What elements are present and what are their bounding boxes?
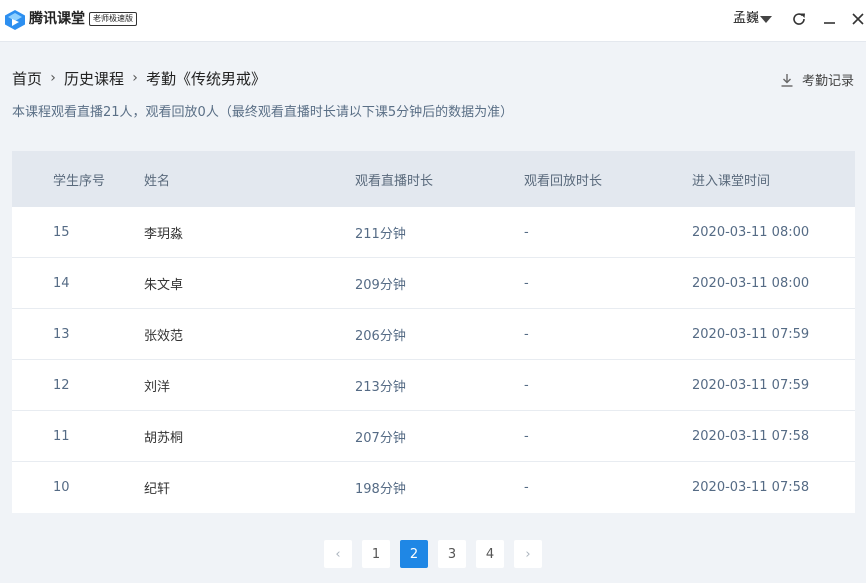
chevron-right-icon: ›: [50, 70, 56, 86]
cell-student-number: 14: [53, 275, 70, 291]
cell-replay-duration: -: [524, 428, 529, 444]
page-button-4[interactable]: 4: [476, 540, 504, 568]
table-header: 学生序号 姓名 观看直播时长 观看回放时长 进入课堂时间: [12, 151, 855, 207]
page-button-3[interactable]: 3: [438, 540, 466, 568]
title-bar: 腾讯课堂 老师极速版 孟巍: [0, 0, 866, 42]
cell-student-number: 10: [53, 480, 70, 495]
minimize-icon[interactable]: [821, 10, 839, 28]
attendance-table: 学生序号 姓名 观看直播时长 观看回放时长 进入课堂时间 15 李玥淼 211分…: [12, 151, 855, 513]
cell-name: 张效范: [144, 328, 184, 344]
page-button-1[interactable]: 1: [362, 540, 390, 568]
column-header-live-duration: 观看直播时长: [355, 173, 434, 189]
cell-live-duration: 213分钟: [355, 379, 406, 395]
chevron-right-icon: ›: [132, 70, 138, 86]
pagination: ‹ 1 2 3 4 ›: [324, 540, 542, 568]
cell-join-time: 2020-03-11 08:00: [692, 224, 810, 240]
cell-live-duration: 206分钟: [355, 328, 406, 344]
attendance-record-button[interactable]: 考勤记录: [780, 70, 854, 89]
cell-name: 刘洋: [144, 379, 171, 395]
column-header-join-time: 进入课堂时间: [692, 173, 771, 189]
breadcrumb-history-courses[interactable]: 历史课程: [64, 68, 124, 89]
breadcrumb-home[interactable]: 首页: [12, 68, 42, 89]
page-button-2[interactable]: 2: [400, 540, 428, 568]
download-icon: [781, 73, 793, 87]
cell-replay-duration: -: [524, 275, 529, 291]
column-header-student-number: 学生序号: [53, 173, 106, 189]
cell-join-time: 2020-03-11 07:58: [692, 480, 810, 495]
table-row: 13 张效范 206分钟 - 2020-03-11 07:59: [12, 309, 855, 360]
prev-page-button[interactable]: ‹: [324, 540, 352, 568]
next-page-button[interactable]: ›: [514, 540, 542, 568]
cell-live-duration: 211分钟: [355, 226, 406, 242]
cell-student-number: 13: [53, 326, 70, 342]
cell-name: 纪轩: [144, 482, 171, 497]
table-row: 11 胡苏桐 207分钟 - 2020-03-11 07:58: [12, 411, 855, 462]
column-header-replay-duration: 观看回放时长: [524, 173, 603, 189]
cell-join-time: 2020-03-11 07:58: [692, 428, 810, 444]
cell-replay-duration: -: [524, 480, 529, 495]
cell-student-number: 15: [53, 224, 70, 240]
cell-live-duration: 209分钟: [355, 277, 406, 293]
refresh-icon[interactable]: [790, 10, 808, 28]
cell-name: 朱文卓: [144, 277, 184, 293]
table-row: 14 朱文卓 209分钟 - 2020-03-11 08:00: [12, 258, 855, 309]
edition-badge: 老师极速版: [89, 12, 137, 26]
table-row: 12 刘洋 213分钟 - 2020-03-11 07:59: [12, 360, 855, 411]
app-name: 腾讯课堂: [29, 11, 85, 27]
cell-live-duration: 207分钟: [355, 430, 406, 446]
cell-live-duration: 198分钟: [355, 482, 406, 497]
user-name[interactable]: 孟巍: [733, 11, 759, 27]
cell-student-number: 12: [53, 377, 70, 393]
cell-replay-duration: -: [524, 326, 529, 342]
breadcrumb-current: 考勤《传统男戒》: [146, 69, 267, 88]
table-row: 10 纪轩 198分钟 - 2020-03-11 07:58: [12, 462, 855, 513]
cell-replay-duration: -: [524, 377, 529, 393]
cell-replay-duration: -: [524, 224, 529, 240]
column-header-name: 姓名: [144, 173, 171, 189]
table-row: 15 李玥淼 211分钟 - 2020-03-11 08:00: [12, 207, 855, 258]
cell-student-number: 11: [53, 428, 70, 444]
cell-join-time: 2020-03-11 07:59: [692, 326, 810, 342]
cell-join-time: 2020-03-11 08:00: [692, 275, 810, 291]
caret-down-icon[interactable]: [760, 16, 772, 23]
cell-join-time: 2020-03-11 07:59: [692, 377, 810, 393]
attendance-notice: 本课程观看直播21人，观看回放0人（最终观看直播时长请以下课5分钟后的数据为准）: [12, 105, 514, 120]
cell-name: 李玥淼: [144, 226, 184, 242]
app-logo-icon: [5, 10, 25, 30]
attendance-record-label: 考勤记录: [801, 74, 854, 89]
breadcrumb: 首页 › 历史课程 › 考勤《传统男戒》: [12, 68, 266, 88]
close-icon[interactable]: [849, 10, 866, 28]
cell-name: 胡苏桐: [144, 430, 184, 446]
